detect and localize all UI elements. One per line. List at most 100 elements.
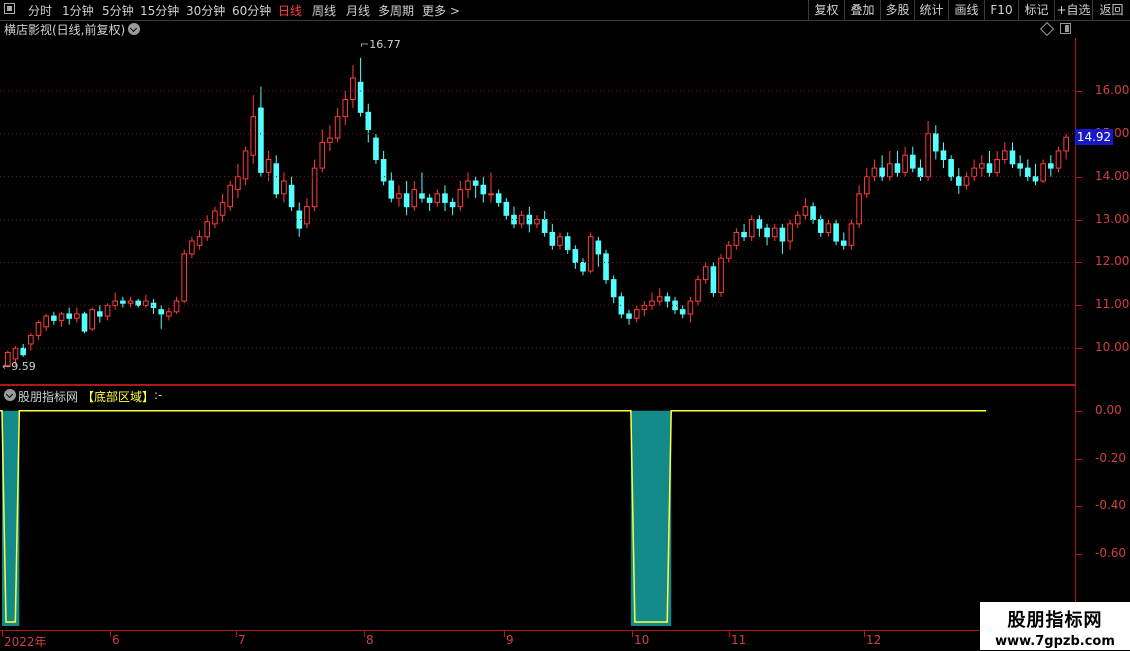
candle (212, 206, 218, 229)
candle (503, 198, 510, 220)
candle (327, 125, 333, 151)
toolbar-button-7[interactable]: +自选 (1054, 0, 1092, 20)
candle (779, 223, 786, 254)
timeframe-4[interactable]: 30分钟 (186, 2, 225, 19)
candle (350, 65, 356, 109)
candle (373, 133, 379, 164)
watermark-url: www.7gpzb.com (995, 634, 1115, 649)
timeframe-8[interactable]: 月线 (346, 2, 370, 19)
candle (457, 180, 464, 211)
candle (66, 307, 72, 325)
timeframe-5[interactable]: 60分钟 (232, 2, 271, 19)
candle (572, 245, 579, 269)
timeframe-10[interactable]: 更多 > (422, 2, 460, 19)
timeframe-1[interactable]: 1分钟 (62, 2, 94, 19)
toolbar-button-0[interactable]: 复权 (808, 0, 844, 20)
timeframe-3[interactable]: 15分钟 (140, 2, 179, 19)
price-label: 14.00 (1095, 168, 1130, 183)
candle (219, 193, 226, 222)
toolbar-button-2[interactable]: 多股 (880, 0, 914, 20)
candle (979, 155, 985, 177)
price-label: 11.00 (1095, 297, 1130, 312)
panel-toggle-icon[interactable] (1060, 23, 1071, 34)
candle (472, 176, 479, 199)
candle (894, 150, 901, 177)
price-axis-line (1075, 38, 1076, 632)
candle (1040, 159, 1046, 184)
candle (173, 296, 180, 314)
candle (909, 146, 916, 173)
candle (649, 292, 655, 310)
candle (1063, 133, 1069, 160)
candle (235, 163, 241, 199)
timeframe-toolbar: 分时 1分钟 5分钟 15分钟 30分钟 60分钟 日线 周线 月线 多周期 更多 > 复权 叠加 多股… (0, 0, 1130, 21)
indicator-axis-label: -0.40 (1095, 498, 1127, 513)
toolbar-button-8[interactable]: 返回 (1092, 0, 1130, 20)
candle (265, 150, 272, 181)
candle (971, 159, 977, 181)
candle (541, 211, 548, 237)
date-tick (110, 631, 111, 637)
date-tick (504, 631, 505, 637)
candle (825, 219, 832, 237)
toolbar-button-1[interactable]: 叠加 (844, 0, 880, 20)
candle (1032, 163, 1039, 186)
toolbar-button-3[interactable]: 统计 (914, 0, 948, 20)
candle (886, 150, 893, 181)
candle (672, 296, 678, 314)
candle (1017, 155, 1023, 177)
candle (135, 298, 142, 308)
candle (526, 206, 533, 233)
candle (120, 296, 126, 308)
candle (380, 150, 387, 186)
date-label: 8 (366, 633, 374, 647)
candle (43, 313, 49, 332)
candle (227, 180, 234, 211)
candle (104, 303, 111, 321)
price-label: 13.00 (1095, 211, 1130, 226)
timeframe-9[interactable]: 多周期 (378, 2, 414, 19)
candle (733, 228, 740, 250)
candle (618, 292, 625, 319)
date-label: 12 (866, 633, 882, 647)
date-label: 2022年 (4, 635, 47, 649)
date-label: 7 (238, 633, 246, 647)
indicator-tick (1076, 554, 1082, 556)
bottom-zone-indicator-chart[interactable] (0, 386, 1075, 630)
toolbar-button-4[interactable]: 画线 (948, 0, 984, 20)
candle (442, 185, 448, 211)
candle (127, 296, 134, 308)
candle (319, 129, 326, 173)
candle (794, 211, 801, 229)
candle (518, 211, 525, 229)
candle (1025, 159, 1031, 181)
toolbar-button-6[interactable]: 标记 (1018, 0, 1054, 20)
candle (656, 288, 663, 306)
timeframe-6[interactable]: 日线 (278, 2, 302, 19)
candle (603, 249, 609, 284)
candle (465, 172, 471, 199)
candle (480, 176, 487, 203)
candle (879, 155, 885, 181)
date-tick (364, 631, 365, 637)
date-tick (2, 631, 3, 637)
candle (848, 219, 855, 250)
candle (948, 155, 954, 181)
watermark-name: 股朋指标网 (1007, 610, 1103, 631)
timeframe-2[interactable]: 5分钟 (102, 2, 134, 19)
candle (940, 142, 947, 169)
candlestick-chart[interactable] (0, 38, 1075, 384)
chevron-down-icon[interactable] (128, 23, 140, 35)
candle (150, 298, 157, 314)
candle (955, 168, 962, 194)
menu-icon[interactable] (4, 3, 15, 14)
toolbar-button-5[interactable]: F10 (984, 0, 1018, 20)
diamond-icon[interactable] (1039, 21, 1055, 37)
candle (626, 309, 632, 325)
candle (112, 292, 119, 310)
date-label: 11 (731, 633, 747, 647)
timeframe-7[interactable]: 周线 (312, 2, 336, 19)
candle (74, 307, 80, 323)
candle (388, 172, 395, 203)
timeframe-0[interactable]: 分时 (28, 2, 52, 19)
